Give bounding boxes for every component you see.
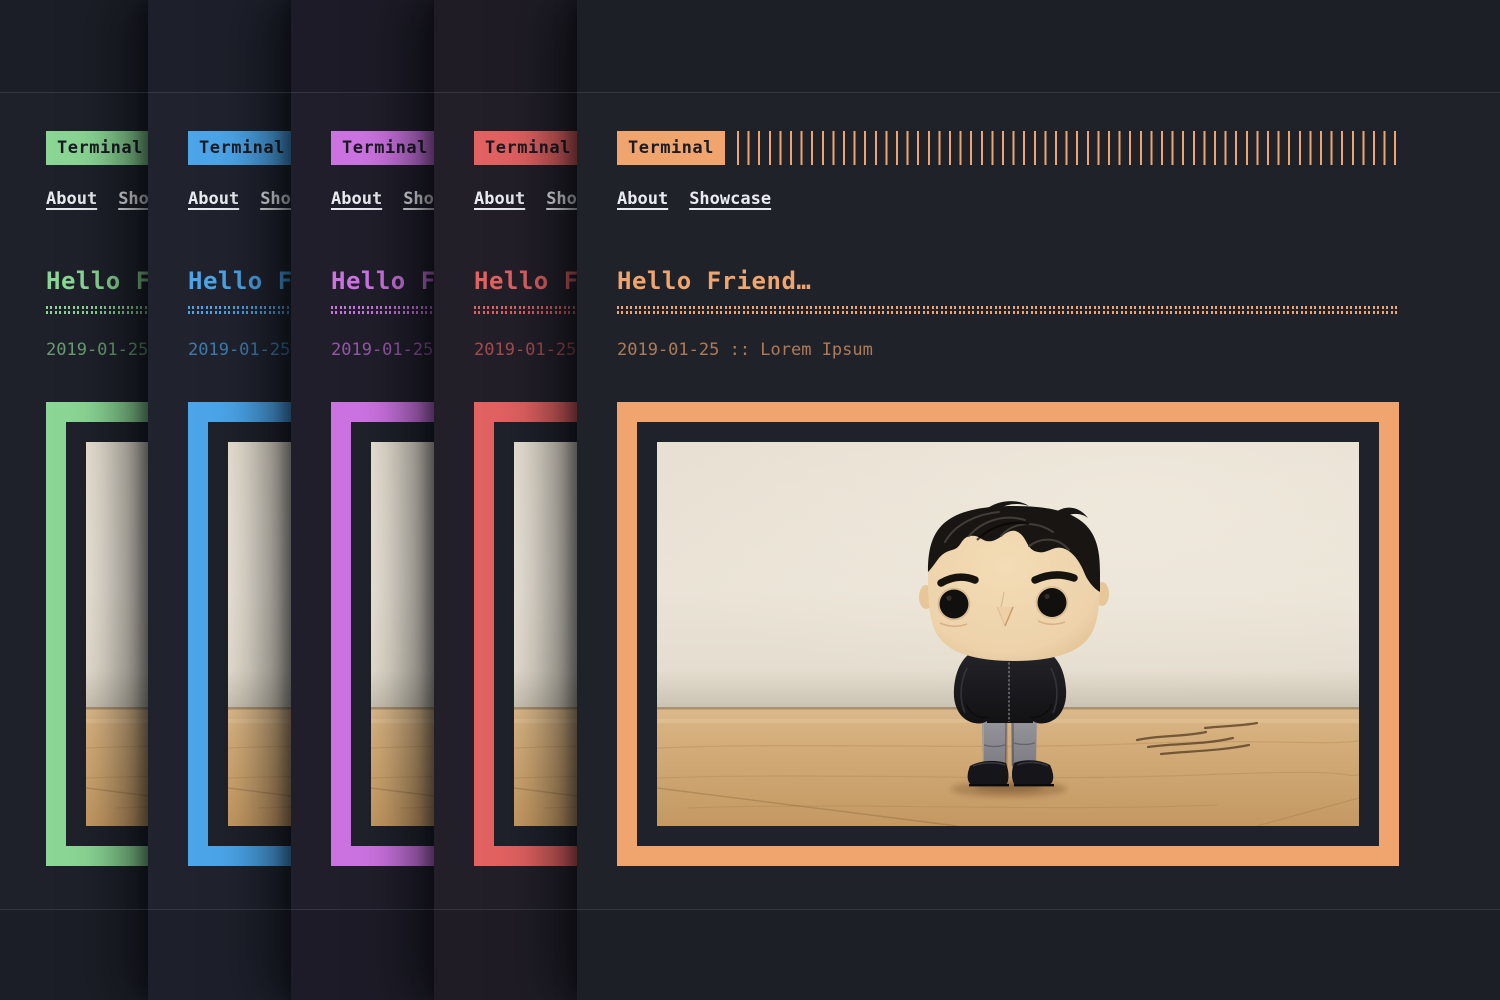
site-logo[interactable]: Terminal (617, 131, 725, 165)
nav-link-about[interactable]: About (617, 188, 668, 210)
terminal-theme-showcase: Terminal About Showcase Hello Friend… 20… (0, 0, 1500, 1000)
panel-content: Terminal About Showcase Hello Friend… 20… (617, 0, 1399, 866)
site-logo[interactable]: Terminal (188, 131, 296, 165)
photo-table (657, 707, 1359, 826)
nav-link-showcase[interactable]: Showcase (689, 188, 771, 210)
post-title: Hello Friend… (617, 266, 1399, 296)
header-bars-decoration (737, 131, 1399, 165)
nav-link-about[interactable]: About (188, 188, 239, 210)
site-logo[interactable]: Terminal (46, 131, 154, 165)
post-image-frame-inner (637, 422, 1379, 846)
nav-link-about[interactable]: About (46, 188, 97, 210)
funko-figure-photo (657, 442, 1359, 826)
site-logo[interactable]: Terminal (474, 131, 582, 165)
main-nav: About Showcase (617, 188, 1399, 210)
post-image-frame (617, 402, 1399, 866)
post-meta-date: 2019-01-25 :: Lorem Ipsum (617, 339, 1399, 361)
title-divider (617, 306, 1399, 314)
site-header: Terminal (617, 131, 1399, 165)
nav-link-about[interactable]: About (474, 188, 525, 210)
site-logo[interactable]: Terminal (331, 131, 439, 165)
theme-panel-orange: Terminal About Showcase Hello Friend… 20… (577, 0, 1500, 1000)
nav-link-about[interactable]: About (331, 188, 382, 210)
